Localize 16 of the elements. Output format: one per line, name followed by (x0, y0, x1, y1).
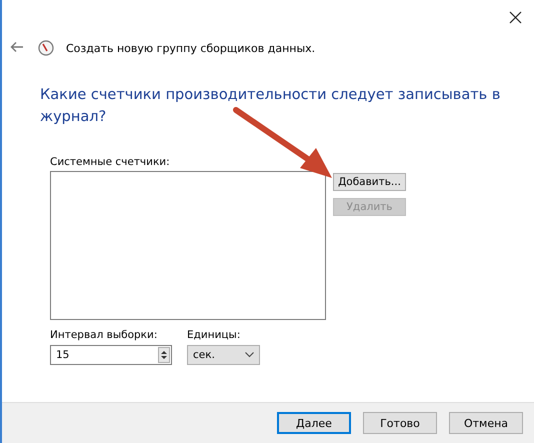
interval-label: Интервал выборки: (50, 329, 158, 341)
add-button[interactable]: Добавить... (333, 173, 406, 191)
counters-list[interactable] (50, 171, 326, 320)
counters-label: Системные счетчики: (50, 156, 171, 168)
question-heading: Какие счетчики производительности следует записывать в журнал? (39, 86, 502, 127)
window-title: Создать новую группу сборщиков данных. (66, 42, 316, 54)
units-dropdown[interactable]: сек. (187, 345, 260, 365)
next-button[interactable]: Далее (277, 412, 351, 434)
cancel-button[interactable]: Отмена (449, 412, 523, 434)
finish-button[interactable]: Готово (363, 412, 437, 434)
chevron-down-icon (245, 352, 254, 358)
interval-spinbox[interactable]: 15 (50, 345, 172, 365)
gauge-icon (38, 40, 54, 56)
spin-arrows-icon[interactable] (159, 348, 169, 362)
close-icon[interactable] (508, 10, 522, 24)
units-label: Единицы: (187, 329, 242, 341)
